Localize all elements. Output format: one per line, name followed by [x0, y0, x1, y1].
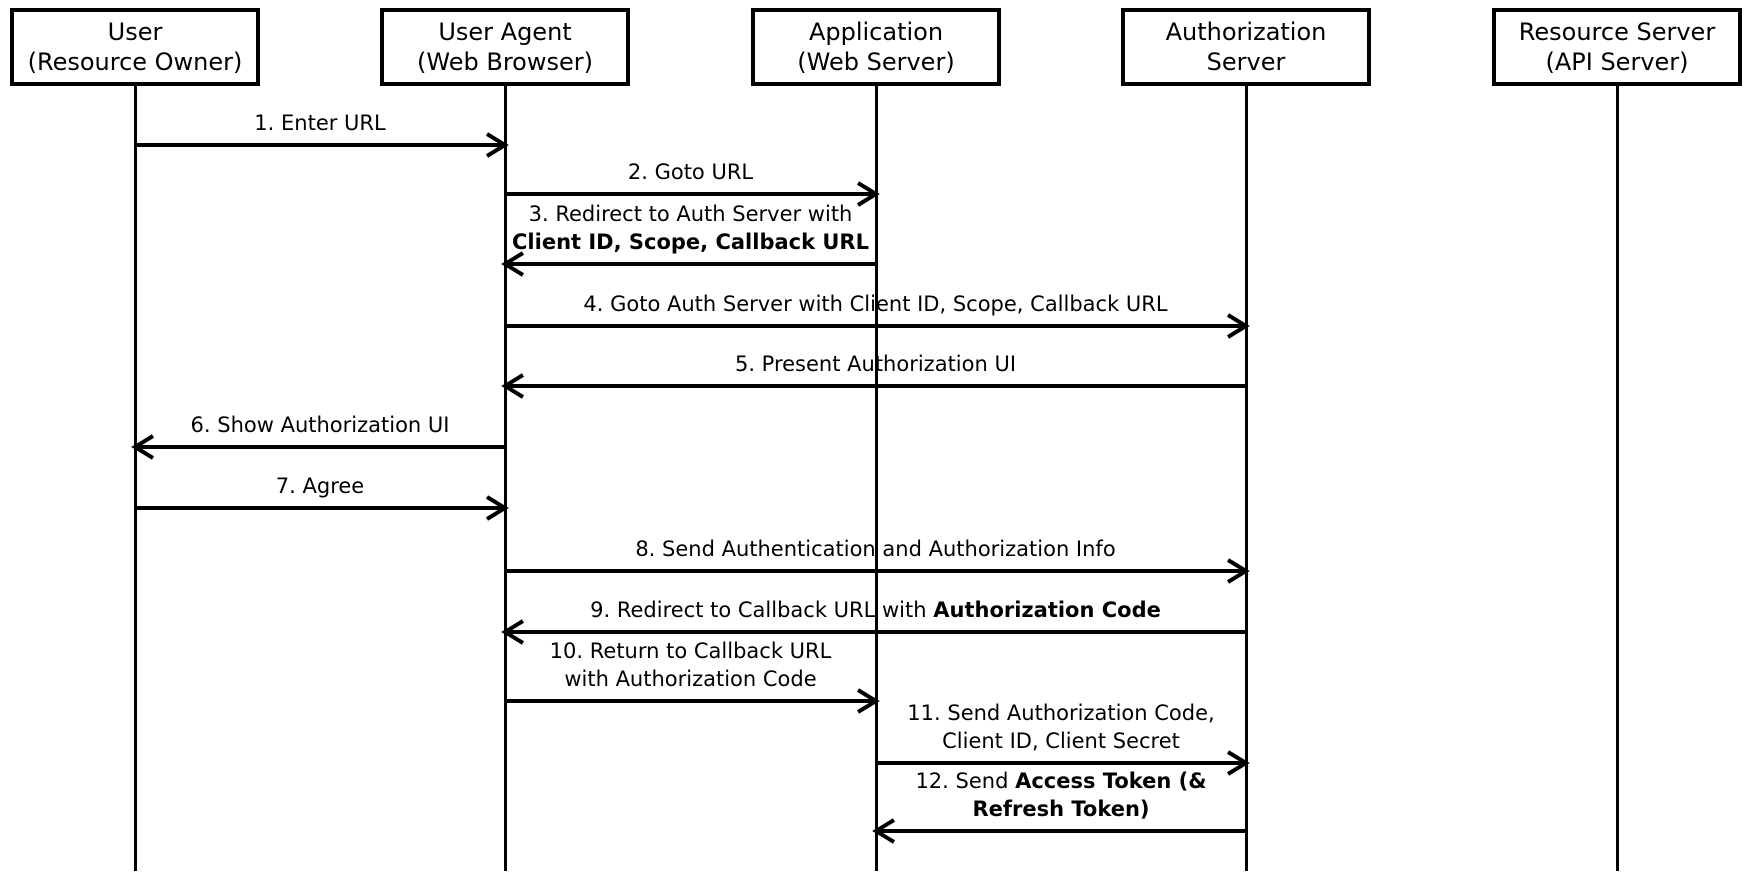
- label-text: 3. Redirect to Auth Server with: [528, 202, 853, 226]
- label-bold-text: Access Token (&: [1015, 769, 1207, 793]
- label-line: 12. Send Access Token (&: [915, 767, 1206, 795]
- label-line: 2. Goto URL: [628, 158, 753, 186]
- lifeline-ua: [504, 86, 507, 871]
- label-text: 9. Redirect to Callback URL with: [590, 598, 934, 622]
- label-line: Client ID, Client Secret: [907, 727, 1214, 755]
- label-text: 11. Send Authorization Code,: [907, 701, 1215, 725]
- lifeline-rs: [1616, 86, 1619, 871]
- message-label-10: 10. Return to Callback URL with Authoriza…: [550, 637, 832, 693]
- label-line: 10. Return to Callback URL: [550, 637, 832, 665]
- message-label-11: 11. Send Authorization Code, Client ID, C…: [907, 699, 1214, 755]
- message-label-12: 12. Send Access Token (& Refresh Token): [915, 767, 1206, 823]
- label-bold-text: Refresh Token): [972, 797, 1150, 821]
- message-arrow-1: [135, 132, 509, 158]
- label-text: 12. Send: [915, 769, 1016, 793]
- label-line: 3. Redirect to Auth Server with: [512, 200, 869, 228]
- message-label-1: 1. Enter URL: [254, 109, 385, 137]
- label-text: 7. Agree: [275, 474, 365, 498]
- label-text: Client ID, Client Secret: [942, 729, 1180, 753]
- label-text: with Authorization Code: [564, 667, 817, 691]
- label-text: 1. Enter URL: [254, 111, 386, 135]
- lifeline-auth: [1245, 86, 1248, 871]
- message-arrow-10: [505, 688, 880, 714]
- label-line: 7. Agree: [276, 472, 364, 500]
- label-line: Client ID, Scope, Callback URL: [512, 228, 869, 256]
- label-text: 6. Show Authorization UI: [190, 413, 450, 437]
- message-arrow-6: [131, 434, 505, 460]
- label-text: 10. Return to Callback URL: [549, 639, 832, 663]
- label-line: with Authorization Code: [550, 665, 832, 693]
- message-arrow-12: [872, 818, 1246, 844]
- lifeline-user: [134, 86, 137, 871]
- label-line: 6. Show Authorization UI: [191, 411, 450, 439]
- label-line: 11. Send Authorization Code,: [907, 699, 1214, 727]
- message-label-2: 2. Goto URL: [628, 158, 753, 186]
- label-text: 2. Goto URL: [627, 160, 754, 184]
- message-label-7: 7. Agree: [276, 472, 364, 500]
- message-arrow-3: [501, 251, 876, 277]
- label-bold-text: Client ID, Scope, Callback URL: [512, 230, 869, 254]
- label-line: Refresh Token): [915, 795, 1206, 823]
- label-line: 1. Enter URL: [254, 109, 385, 137]
- message-label-3: 3. Redirect to Auth Server with Client ID…: [512, 200, 869, 256]
- label-bold-text: Authorization Code: [933, 598, 1161, 622]
- lifeline-app: [875, 86, 878, 871]
- message-label-6: 6. Show Authorization UI: [191, 411, 450, 439]
- message-arrow-7: [135, 495, 509, 521]
